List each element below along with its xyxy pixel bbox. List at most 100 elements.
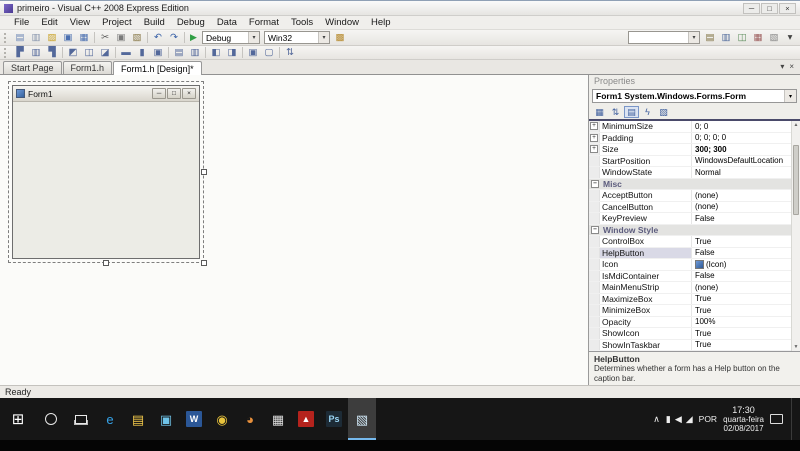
- battery-icon[interactable]: ▮: [666, 415, 671, 424]
- property-row-startposition[interactable]: StartPositionWindowsDefaultLocation: [589, 156, 800, 168]
- property-value[interactable]: 0; 0: [692, 122, 800, 131]
- resize-handle-bottom[interactable]: [103, 260, 109, 266]
- start-debugging-icon[interactable]: ▶: [187, 31, 200, 44]
- redo-icon[interactable]: ↷: [166, 31, 182, 44]
- solution-configurations-combo[interactable]: Debug ▾: [202, 31, 260, 44]
- property-value[interactable]: 100%: [692, 317, 800, 326]
- add-new-item-icon[interactable]: ▥: [28, 31, 44, 44]
- property-value[interactable]: (none): [692, 202, 800, 211]
- menu-item-edit[interactable]: Edit: [35, 16, 63, 29]
- tab-form1-h-design[interactable]: Form1.h [Design]*: [113, 61, 202, 75]
- category-row-misc[interactable]: −Misc: [589, 179, 800, 191]
- calculator-taskbar-button[interactable]: ▦: [264, 398, 292, 440]
- volume-icon[interactable]: ◀: [675, 415, 682, 424]
- active-files-dropdown-icon[interactable]: ▾: [780, 62, 784, 71]
- toolbar-options-icon[interactable]: ▾: [782, 31, 798, 44]
- property-row-showintaskbar[interactable]: ShowInTaskbarTrue: [589, 340, 800, 352]
- solution-platforms-combo[interactable]: Win32 ▾: [264, 31, 330, 44]
- edge-taskbar-button[interactable]: e: [96, 398, 124, 440]
- menu-item-format[interactable]: Format: [243, 16, 285, 29]
- property-value[interactable]: False: [692, 271, 800, 280]
- property-value[interactable]: (none): [692, 191, 800, 200]
- solution-explorer-icon[interactable]: ▤: [702, 31, 718, 44]
- property-value[interactable]: (none): [692, 283, 800, 292]
- designer-surface[interactable]: Form1 ─ □ ×: [0, 75, 588, 385]
- new-project-icon[interactable]: ▤: [12, 31, 28, 44]
- property-value[interactable]: WindowsDefaultLocation: [692, 156, 800, 165]
- center-horizontally-icon[interactable]: ◧: [208, 46, 224, 59]
- property-value[interactable]: True: [692, 306, 800, 315]
- search-button[interactable]: [36, 398, 66, 440]
- minimize-button[interactable]: ─: [743, 3, 760, 14]
- horizontal-spacing-icon[interactable]: ▤: [171, 46, 187, 59]
- property-row-minimizebox[interactable]: MinimizeBoxTrue: [589, 305, 800, 317]
- property-value[interactable]: True: [692, 329, 800, 338]
- property-value[interactable]: False: [692, 214, 800, 223]
- toolbox-icon[interactable]: ▦: [750, 31, 766, 44]
- toolbar-grip[interactable]: [4, 48, 8, 58]
- property-row-size[interactable]: +Size300; 300: [589, 144, 800, 156]
- make-same-height-icon[interactable]: ▮: [134, 46, 150, 59]
- collapse-icon[interactable]: −: [591, 180, 599, 188]
- word-taskbar-button[interactable]: W: [180, 398, 208, 440]
- property-value[interactable]: 300; 300: [692, 145, 800, 154]
- property-value[interactable]: True: [692, 237, 800, 246]
- paste-icon[interactable]: ▧: [129, 31, 145, 44]
- property-row-maximizebox[interactable]: MaximizeBoxTrue: [589, 294, 800, 306]
- align-rights-icon[interactable]: ▜: [44, 46, 60, 59]
- center-vertically-icon[interactable]: ◨: [224, 46, 240, 59]
- clock[interactable]: 17:30 quarta-feira 02/08/2017: [723, 406, 764, 433]
- send-to-back-icon[interactable]: ▢: [261, 46, 277, 59]
- property-row-acceptbutton[interactable]: AcceptButton(none): [589, 190, 800, 202]
- align-bottoms-icon[interactable]: ◪: [97, 46, 113, 59]
- network-icon[interactable]: ◢: [686, 415, 693, 424]
- menu-item-project[interactable]: Project: [96, 16, 138, 29]
- alphabetical-icon[interactable]: ⇅: [608, 106, 623, 118]
- property-row-padding[interactable]: +Padding0; 0; 0; 0: [589, 133, 800, 145]
- property-value[interactable]: True: [692, 294, 800, 303]
- menu-item-view[interactable]: View: [64, 16, 96, 29]
- property-value[interactable]: Normal: [692, 168, 800, 177]
- categorized-icon[interactable]: ▦: [592, 106, 607, 118]
- start-button[interactable]: ⊞: [0, 398, 36, 440]
- file-explorer-taskbar-button[interactable]: ▤: [124, 398, 152, 440]
- property-row-showicon[interactable]: ShowIconTrue: [589, 328, 800, 340]
- menu-item-help[interactable]: Help: [365, 16, 397, 29]
- scroll-down-icon[interactable]: ▼: [792, 344, 800, 350]
- property-row-minimumsize[interactable]: +MinimumSize0; 0: [589, 121, 800, 133]
- object-selector-combo[interactable]: Form1 System.Windows.Forms.Form ▾: [592, 89, 797, 103]
- menu-item-file[interactable]: File: [8, 16, 35, 29]
- save-all-icon[interactable]: ▦: [76, 31, 92, 44]
- cut-icon[interactable]: ✂: [97, 31, 113, 44]
- find-combo[interactable]: ▾: [628, 31, 700, 44]
- scrollbar-thumb[interactable]: [793, 145, 799, 215]
- align-lefts-icon[interactable]: ▛: [12, 46, 28, 59]
- collapse-icon[interactable]: −: [591, 226, 599, 234]
- chevron-down-icon[interactable]: ▾: [318, 32, 329, 43]
- expand-icon[interactable]: +: [590, 134, 598, 142]
- copy-icon[interactable]: ▣: [113, 31, 129, 44]
- object-browser-icon[interactable]: ◫: [734, 31, 750, 44]
- tab-start-page[interactable]: Start Page: [3, 61, 62, 74]
- tab-form1-h[interactable]: Form1.h: [63, 61, 113, 74]
- tray-chevron-icon[interactable]: ∧: [653, 415, 660, 424]
- undo-icon[interactable]: ↶: [150, 31, 166, 44]
- make-same-size-icon[interactable]: ▣: [150, 46, 166, 59]
- align-middles-icon[interactable]: ◫: [81, 46, 97, 59]
- chrome-taskbar-button[interactable]: ◉: [208, 398, 236, 440]
- action-center-icon[interactable]: [770, 414, 783, 424]
- menu-item-window[interactable]: Window: [319, 16, 365, 29]
- active-app-taskbar-button[interactable]: ▧: [348, 398, 376, 440]
- maximize-button[interactable]: □: [761, 3, 778, 14]
- firefox-taskbar-button[interactable]: ◕: [236, 398, 264, 440]
- properties-scrollbar[interactable]: ▲ ▼: [791, 121, 800, 351]
- property-value[interactable]: 0; 0; 0; 0: [692, 133, 800, 142]
- show-desktop-button[interactable]: [791, 398, 795, 440]
- property-row-controlbox[interactable]: ControlBoxTrue: [589, 236, 800, 248]
- scroll-up-icon[interactable]: ▲: [792, 122, 800, 128]
- resize-handle-right[interactable]: [201, 169, 207, 175]
- category-row-window-style[interactable]: −Window Style: [589, 225, 800, 237]
- start-page-icon[interactable]: ▧: [766, 31, 782, 44]
- property-pages-icon[interactable]: ▧: [656, 106, 671, 118]
- task-view-button[interactable]: [66, 398, 96, 440]
